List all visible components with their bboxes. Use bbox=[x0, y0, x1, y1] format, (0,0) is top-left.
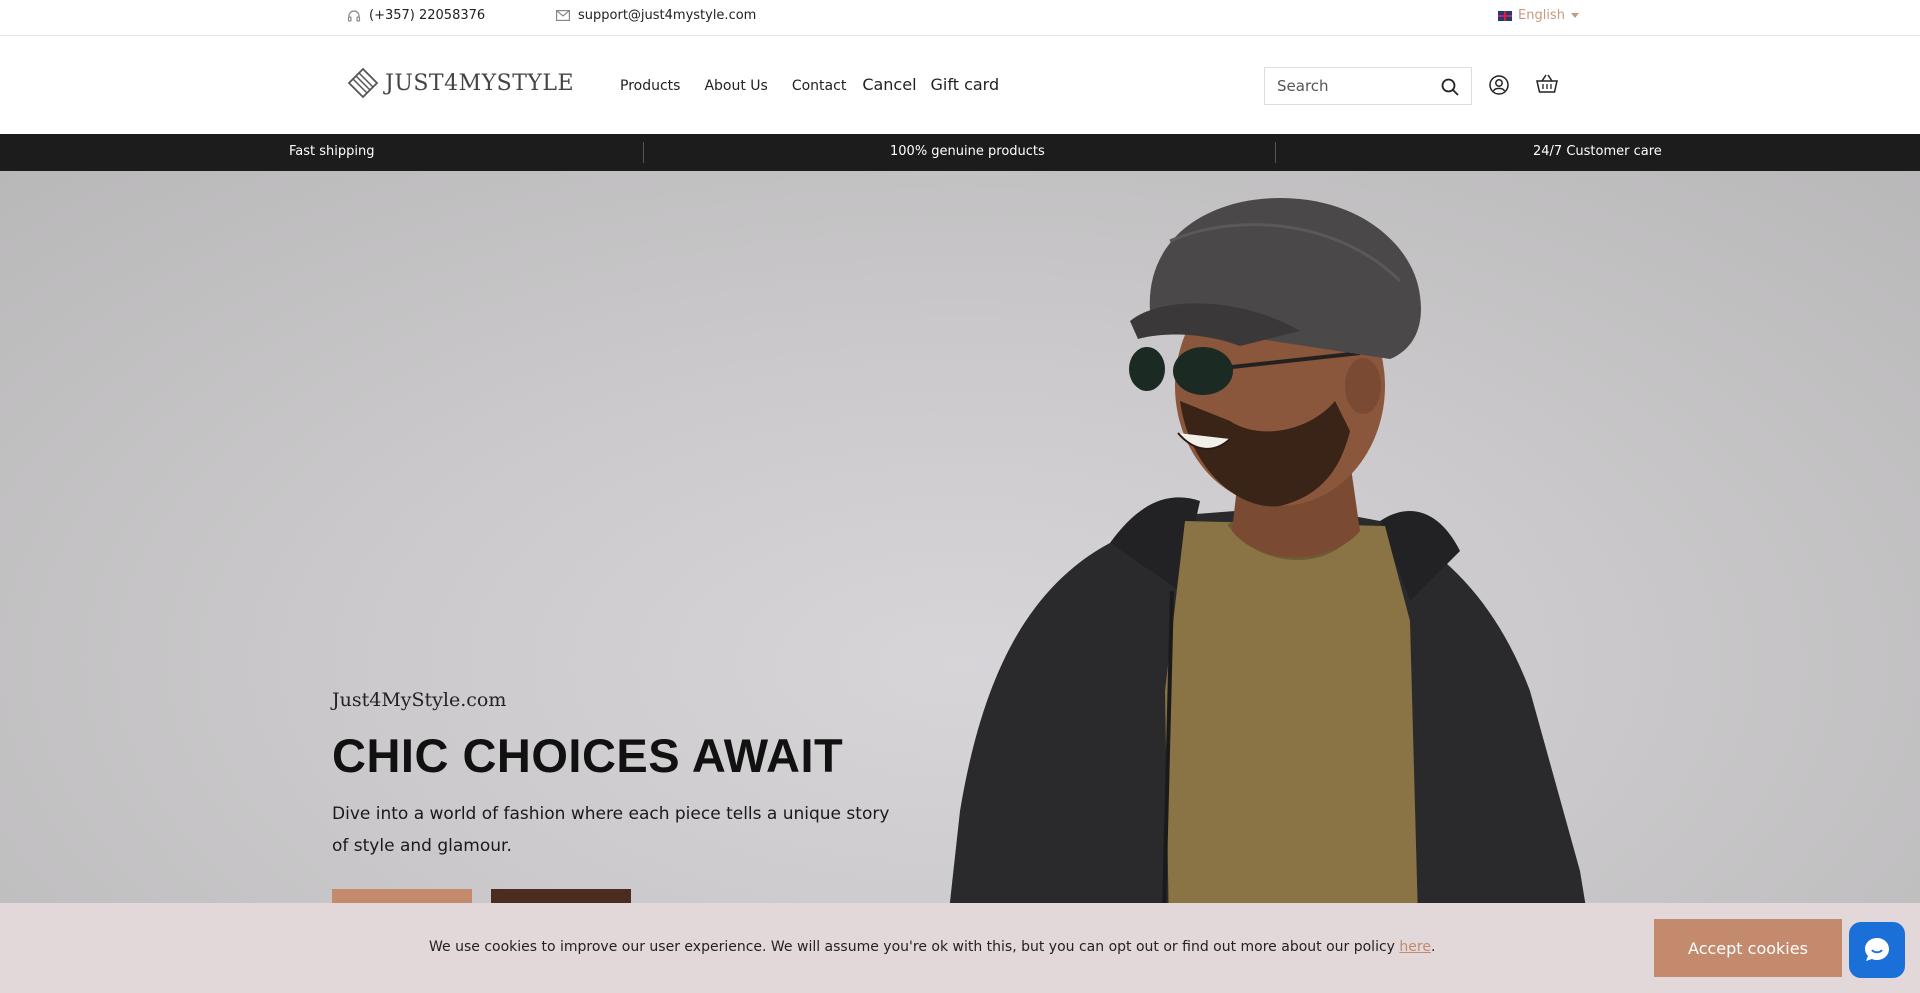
cookie-policy-link[interactable]: here bbox=[1399, 939, 1431, 955]
strip-customer-care: 24/7 Customer care bbox=[1533, 144, 1662, 159]
strip-divider bbox=[1275, 142, 1276, 163]
hero-title: CHIC CHOICES AWAIT bbox=[332, 729, 844, 782]
nav-products[interactable]: Products bbox=[620, 78, 680, 94]
nav-about-us[interactable]: About Us bbox=[704, 78, 767, 94]
info-strip: Fast shipping 100% genuine products 24/7… bbox=[0, 134, 1920, 171]
basket-icon[interactable] bbox=[1536, 74, 1558, 94]
strip-divider bbox=[643, 142, 644, 163]
language-label: English bbox=[1518, 8, 1565, 23]
user-icon[interactable] bbox=[1489, 75, 1509, 95]
logo-text: JUST4MYSTYLE bbox=[385, 70, 575, 96]
site-logo[interactable]: JUST4MYSTYLE bbox=[347, 67, 574, 99]
hero-subtitle: Just4MyStyle.com bbox=[332, 689, 507, 711]
hero-model-image bbox=[940, 197, 1600, 993]
search-box bbox=[1264, 67, 1472, 105]
accept-cookies-button[interactable]: Accept cookies bbox=[1654, 919, 1842, 977]
nav-contact[interactable]: Contact bbox=[792, 78, 846, 94]
strip-genuine-products: 100% genuine products bbox=[890, 144, 1045, 159]
phone-contact[interactable]: (+357) 22058376 bbox=[347, 8, 485, 23]
chat-widget-button[interactable] bbox=[1849, 922, 1905, 978]
nav-gift-card[interactable]: Gift card bbox=[931, 75, 1000, 94]
top-bar: (+357) 22058376 support@just4mystyle.com… bbox=[0, 0, 1920, 36]
mail-icon bbox=[556, 10, 570, 21]
nav-cancel[interactable]: Cancel bbox=[862, 75, 916, 94]
logo-mark-icon bbox=[347, 67, 379, 99]
hero-description: Dive into a world of fashion where each … bbox=[332, 804, 890, 856]
language-selector[interactable]: English bbox=[1498, 8, 1579, 23]
strip-fast-shipping: Fast shipping bbox=[289, 144, 375, 159]
search-icon[interactable] bbox=[1441, 78, 1459, 96]
email-address: support@just4mystyle.com bbox=[578, 8, 757, 23]
cookie-banner: We use cookies to improve our user exper… bbox=[0, 903, 1920, 993]
site-header: JUST4MYSTYLE Products About Us Contact C… bbox=[0, 37, 1920, 134]
chat-bubble-icon bbox=[1865, 938, 1889, 961]
caret-down-icon bbox=[1570, 13, 1579, 18]
cookie-text: We use cookies to improve our user exper… bbox=[429, 939, 1395, 955]
cookie-period: . bbox=[1430, 939, 1436, 955]
uk-flag-icon bbox=[1498, 10, 1512, 21]
hero-banner: Just4MyStyle.com CHIC CHOICES AWAIT Dive… bbox=[0, 171, 1920, 993]
headset-icon bbox=[347, 9, 361, 22]
search-input[interactable] bbox=[1277, 77, 1437, 95]
cookie-message: We use cookies to improve our user exper… bbox=[429, 939, 1435, 955]
phone-number: (+357) 22058376 bbox=[369, 8, 486, 23]
main-nav: Products About Us Contact Cancel Gift ca… bbox=[620, 75, 1013, 94]
email-contact[interactable]: support@just4mystyle.com bbox=[556, 8, 756, 23]
